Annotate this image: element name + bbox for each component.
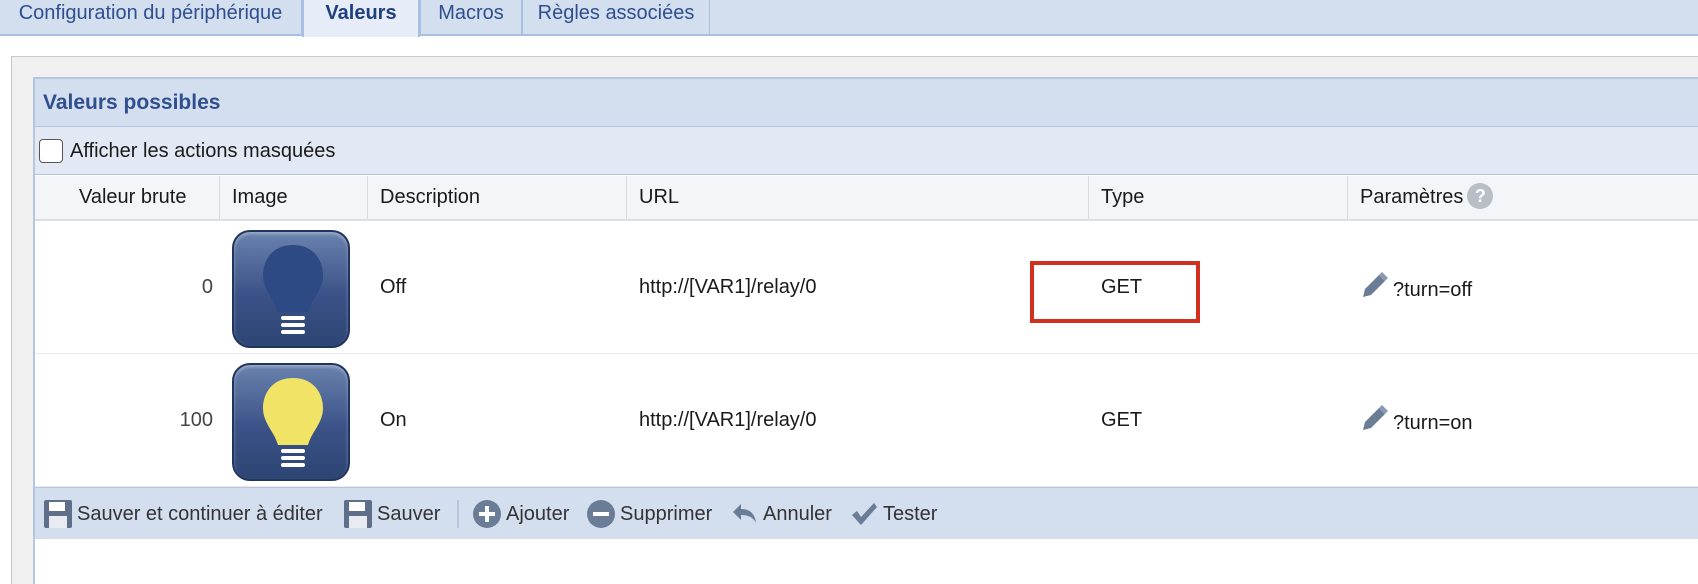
raw-value: 0 <box>201 276 213 298</box>
tab-bar: Configuration du périphérique Valeurs Ma… <box>0 0 1698 37</box>
show-hidden-checkbox[interactable] <box>39 139 63 163</box>
col-parameters[interactable]: Paramètres? <box>1348 176 1698 219</box>
test-label: Tester <box>883 503 938 525</box>
description: On <box>380 409 407 431</box>
values-panel: Valeurs possibles Afficher les actions m… <box>33 77 1698 584</box>
minus-icon <box>587 500 615 528</box>
table-row[interactable]: 0 Off http://[VAR1]/relay/0 GET ?turn=of… <box>35 221 1698 354</box>
bulb-on-icon[interactable] <box>232 363 350 481</box>
save-icon <box>344 500 372 528</box>
tab-device-config[interactable]: Configuration du périphérique <box>0 0 302 34</box>
panel-title: Valeurs possibles <box>35 79 1698 127</box>
table-header: Valeur brute Image Description URL Type … <box>35 176 1698 221</box>
col-parameters-label: Paramètres <box>1360 186 1464 208</box>
raw-value: 100 <box>179 409 213 431</box>
col-url[interactable]: URL <box>627 176 1089 219</box>
tab-associated-rules[interactable]: Règles associées <box>522 0 710 34</box>
checkmark-icon <box>852 503 877 525</box>
delete-label: Supprimer <box>620 503 713 525</box>
params-value: ?turn=on <box>1393 412 1473 434</box>
params-value: ?turn=off <box>1393 279 1473 301</box>
description: Off <box>380 276 407 298</box>
save-label: Sauver <box>377 503 441 525</box>
table-row[interactable]: 100 On http://[VAR1]/relay/0 GET ?turn=o… <box>35 354 1698 487</box>
parameters-cell: ?turn=off <box>1355 221 1698 354</box>
url: http://[VAR1]/relay/0 <box>639 409 817 431</box>
pencil-icon[interactable] <box>1357 402 1391 436</box>
undo-icon <box>733 504 756 523</box>
help-icon[interactable]: ? <box>1467 182 1494 209</box>
save-continue-label: Sauver et continuer à éditer <box>77 503 323 525</box>
pencil-icon[interactable] <box>1357 269 1391 303</box>
cancel-label: Annuler <box>763 503 832 525</box>
type[interactable]: GET <box>1101 354 1142 487</box>
parameters-cell: ?turn=on <box>1355 354 1698 487</box>
type[interactable]: GET <box>1101 221 1142 354</box>
bulb-off-icon[interactable] <box>232 230 350 348</box>
tab-values[interactable]: Valeurs <box>302 0 420 37</box>
col-description[interactable]: Description <box>368 176 627 219</box>
url: http://[VAR1]/relay/0 <box>639 276 817 298</box>
show-hidden-label[interactable]: Afficher les actions masquées <box>70 127 335 175</box>
action-toolbar: Sauver et continuer à éditer Sauver Ajou… <box>35 487 1698 539</box>
filter-row: Afficher les actions masquées <box>35 127 1698 175</box>
col-raw-value[interactable]: Valeur brute <box>35 176 220 219</box>
add-label: Ajouter <box>506 503 570 525</box>
tab-macros[interactable]: Macros <box>420 0 522 34</box>
col-type[interactable]: Type <box>1089 176 1348 219</box>
col-image[interactable]: Image <box>220 176 368 219</box>
plus-icon <box>473 500 501 528</box>
save-icon <box>44 500 72 528</box>
toolbar-divider <box>457 500 459 528</box>
